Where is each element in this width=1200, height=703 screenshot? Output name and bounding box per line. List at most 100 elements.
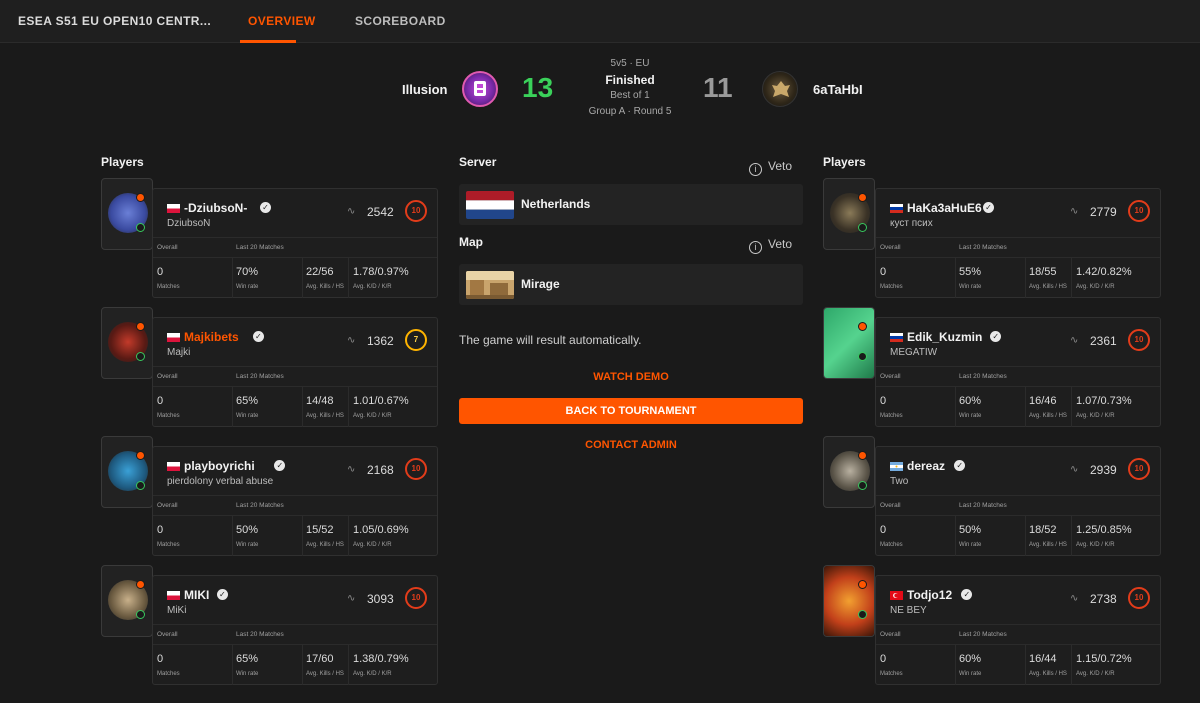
- player-card[interactable]: MIKI ✓ MiKi ∿ 3093 10 Overall Last 20 Matches 0 M…: [152, 575, 438, 685]
- stat-winrate: 50% Win rate: [233, 516, 303, 556]
- player-avatar[interactable]: [101, 307, 153, 379]
- stat-matches: 0 Matches: [876, 645, 956, 685]
- skill-badge-icon: [136, 580, 145, 589]
- shield-check-icon: [858, 610, 867, 619]
- shield-check-icon: [858, 481, 867, 490]
- player-card-header: Majkibets ✓ Majki ∿ 1362 7: [153, 318, 437, 366]
- country-flag-icon: [890, 333, 903, 342]
- player-avatar[interactable]: [101, 565, 153, 637]
- team1-logo[interactable]: [462, 71, 498, 107]
- stat-value: 65%: [236, 395, 259, 407]
- map-veto-link[interactable]: i Veto: [749, 237, 792, 254]
- player-card[interactable]: Todjo12 ✓ NE BEY ∿ 2738 10 Overall Last 20 Matc…: [875, 575, 1161, 685]
- stat-matches: 0 Matches: [876, 387, 956, 427]
- level-badge: 10: [1128, 329, 1150, 351]
- stat-winrate: 60% Win rate: [956, 387, 1026, 427]
- stat-kd-kr: 1.38/0.79% Avg. K/D / K/R: [349, 645, 437, 685]
- skill-badge-icon: [136, 193, 145, 202]
- overall-label: Overall: [157, 502, 178, 509]
- avatar-image: [824, 566, 874, 636]
- player-avatar[interactable]: [823, 178, 875, 250]
- player-avatar[interactable]: [101, 436, 153, 508]
- overall-label: Overall: [157, 244, 178, 251]
- player-nickname[interactable]: playboyrichi: [184, 459, 255, 473]
- stat-value: 0: [880, 653, 887, 665]
- team1-emblem-icon: [474, 81, 486, 96]
- team1-name[interactable]: Illusion: [402, 82, 448, 97]
- player-card-header: playboyrichi ✓ pierdolony verbal abuse ∿ 216…: [153, 447, 437, 495]
- shield-check-icon: [136, 610, 145, 619]
- player-subtitle: DziubsoN: [167, 218, 211, 229]
- last20-label: Last 20 Matches: [236, 244, 284, 251]
- player-stats: Overall Last 20 Matches 0 Matches 50% Win rat…: [153, 495, 437, 556]
- player-card[interactable]: HaKa3aHuE6 ✓ куст псих ∿ 2779 10 Overall Last 2…: [875, 188, 1161, 298]
- stat-value: 16/46: [1029, 395, 1057, 407]
- player-avatar[interactable]: [101, 178, 153, 250]
- map-label: Map: [459, 235, 483, 249]
- stats-header-row: Overall Last 20 Matches: [876, 238, 1160, 258]
- player-card[interactable]: -DziubsoN- ✓ DziubsoN ∿ 2542 10 Overall Last 20…: [152, 188, 438, 298]
- contact-admin-link[interactable]: CONTACT ADMIN: [459, 439, 803, 451]
- player-card-header: MIKI ✓ MiKi ∿ 3093 10: [153, 576, 437, 624]
- player-card[interactable]: dereaz ✓ Two ∿ 2939 10 Overall Last 20 Matches 0…: [875, 446, 1161, 556]
- stat-winrate: 60% Win rate: [956, 645, 1026, 685]
- stat-value: 14/48: [306, 395, 334, 407]
- shield-check-icon: [858, 352, 867, 361]
- verified-icon: ✓: [274, 460, 286, 471]
- player-nickname[interactable]: MIKI: [184, 588, 209, 602]
- stat-kills-hs: 18/52 Avg. Kills / HS: [1026, 516, 1072, 556]
- last20-label: Last 20 Matches: [959, 244, 1007, 251]
- player-subtitle: куст псих: [890, 218, 933, 229]
- watch-demo-link[interactable]: WATCH DEMO: [459, 371, 803, 383]
- player-avatar[interactable]: [823, 565, 875, 637]
- team2-name[interactable]: 6aTaHbI: [813, 82, 863, 97]
- stat-value: 0: [157, 266, 164, 278]
- tab-overview[interactable]: OVERVIEW: [248, 14, 316, 28]
- team1-score: 13: [522, 72, 554, 103]
- player-nickname[interactable]: Majkibets: [184, 330, 239, 344]
- player-nickname[interactable]: Edik_Kuzmin: [907, 330, 982, 344]
- player-card[interactable]: Edik_Kuzmin ✓ MEGATIW ∿ 2361 10 Overall Last 20…: [875, 317, 1161, 427]
- player-card-header: dereaz ✓ Two ∿ 2939 10: [876, 447, 1160, 495]
- player-card[interactable]: playboyrichi ✓ pierdolony verbal abuse ∿ 216…: [152, 446, 438, 556]
- team2-score: 11: [703, 72, 733, 103]
- player-avatar[interactable]: [823, 307, 875, 379]
- match-stage: Group A · Round 5: [588, 106, 672, 117]
- stat-value: 1.07/0.73%: [1076, 395, 1132, 407]
- player-stats: Overall Last 20 Matches 0 Matches 65% Win rat…: [153, 366, 437, 427]
- country-flag-icon: [890, 591, 903, 600]
- avatar-image: [824, 308, 874, 378]
- player-elo: 2542: [367, 205, 394, 219]
- stats-header-row: Overall Last 20 Matches: [153, 496, 437, 516]
- stats-header-row: Overall Last 20 Matches: [153, 238, 437, 258]
- player-nickname[interactable]: HaKa3aHuE6: [907, 201, 982, 215]
- tournament-title[interactable]: ESEA S51 EU OPEN10 CENTR...: [18, 14, 211, 28]
- player-nickname[interactable]: dereaz: [907, 459, 945, 473]
- player-avatar[interactable]: [823, 436, 875, 508]
- player-nickname[interactable]: Todjo12: [907, 588, 952, 602]
- team2-logo[interactable]: [762, 71, 798, 107]
- stat-kills-hs: 16/46 Avg. Kills / HS: [1026, 387, 1072, 427]
- stat-kd-kr: 1.01/0.67% Avg. K/D / K/R: [349, 387, 437, 427]
- player-elo: 2361: [1090, 334, 1117, 348]
- stat-caption: Avg. Kills / HS: [1029, 542, 1067, 548]
- stat-value: 0: [157, 395, 164, 407]
- player-elo: 2168: [367, 463, 394, 477]
- stat-value: 0: [880, 524, 887, 536]
- skill-badge-icon: [858, 322, 867, 331]
- stats-header-row: Overall Last 20 Matches: [153, 625, 437, 645]
- back-to-tournament-button[interactable]: BACK TO TOURNAMENT: [459, 398, 803, 424]
- player-card[interactable]: Majkibets ✓ Majki ∿ 1362 7 Overall Last 20 Matc…: [152, 317, 438, 427]
- skill-badge-icon: [858, 193, 867, 202]
- last20-label: Last 20 Matches: [236, 502, 284, 509]
- overall-label: Overall: [880, 244, 901, 251]
- stat-caption: Avg. Kills / HS: [306, 671, 344, 677]
- player-nickname[interactable]: -DziubsoN-: [184, 201, 247, 215]
- stats-header-row: Overall Last 20 Matches: [876, 367, 1160, 387]
- server-veto-link[interactable]: i Veto: [749, 159, 792, 176]
- player-elo: 2939: [1090, 463, 1117, 477]
- stat-caption: Avg. Kills / HS: [306, 413, 344, 419]
- stat-caption: Avg. Kills / HS: [306, 284, 344, 290]
- country-flag-icon: [167, 204, 180, 213]
- tab-scoreboard[interactable]: SCOREBOARD: [355, 14, 446, 28]
